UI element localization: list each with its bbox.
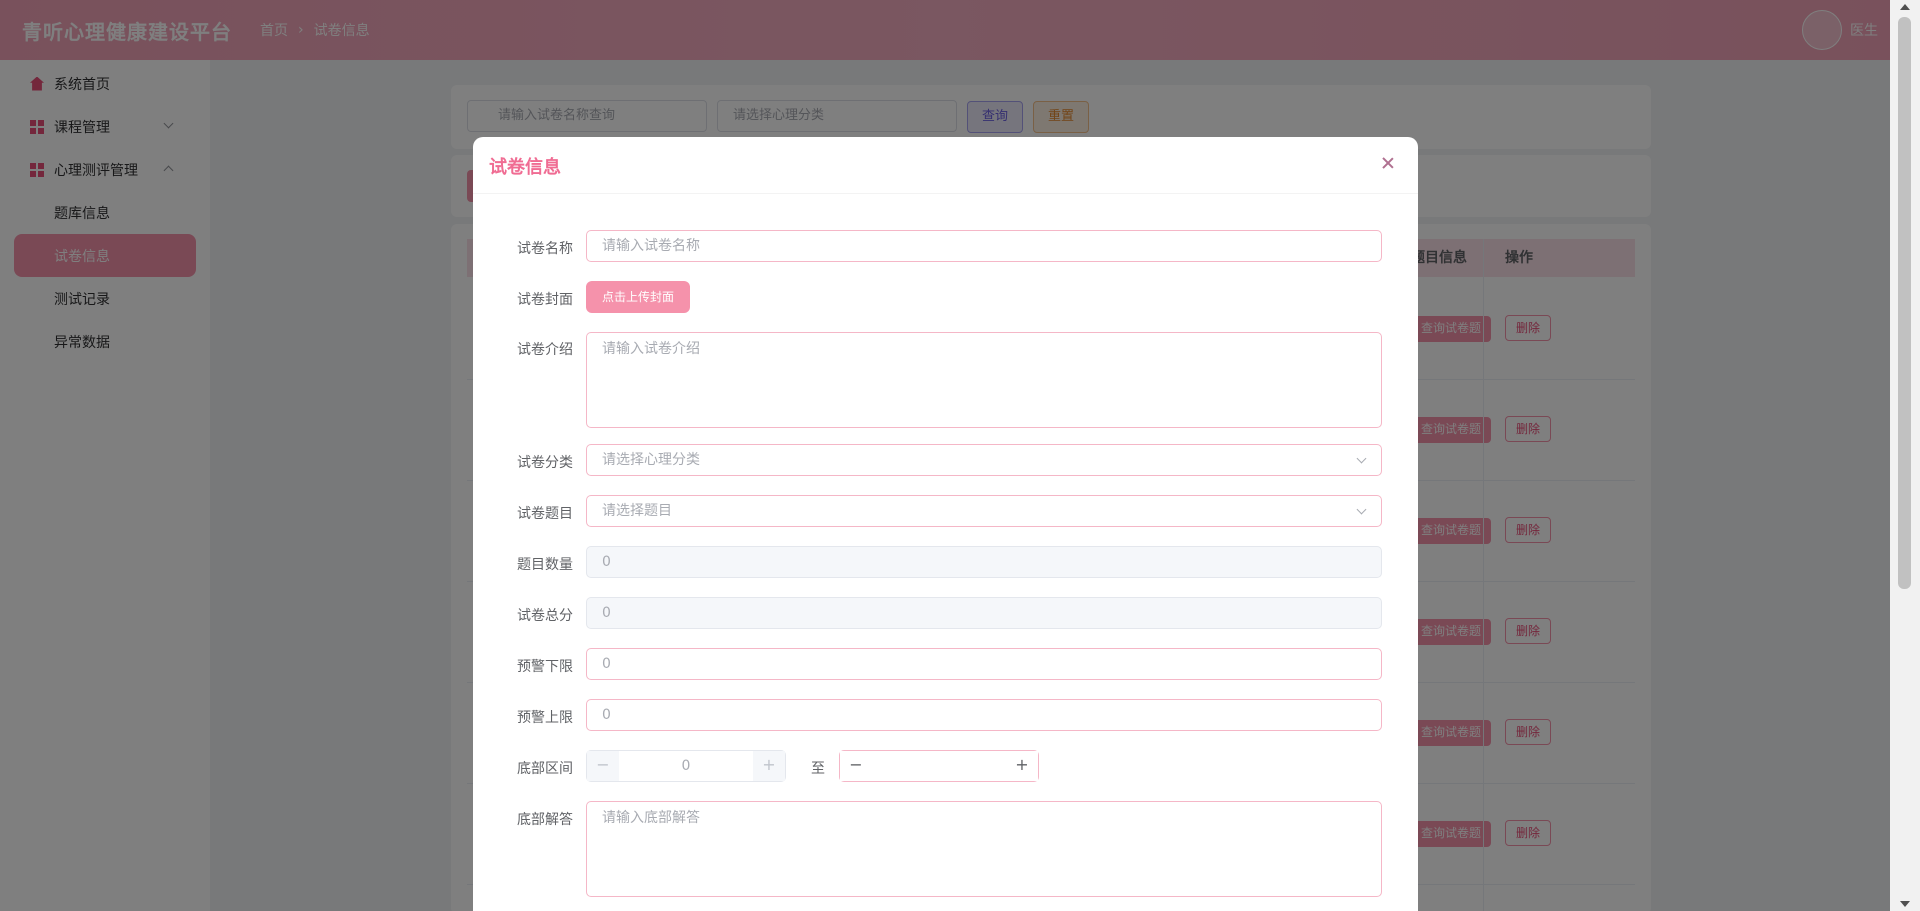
paper-info-dialog: 试卷信息 试卷名称 请输入试卷名称 试卷封面 点击上传封面 试卷介绍 请输入试卷…: [473, 137, 1418, 911]
field-label: 试卷题目: [517, 506, 573, 522]
field-label: 试卷名称: [517, 241, 573, 257]
plus-icon[interactable]: +: [1006, 751, 1038, 781]
field-label: 底部区间: [517, 761, 573, 777]
dialog-form: 试卷名称 请输入试卷名称 试卷封面 点击上传封面 试卷介绍 请输入试卷介绍 试卷…: [473, 193, 1418, 911]
category-select[interactable]: 请选择心理分类: [586, 444, 1382, 476]
minus-icon: −: [587, 751, 619, 781]
warning-upper-input[interactable]: 0: [586, 699, 1382, 731]
scroll-up-icon[interactable]: [1900, 4, 1910, 10]
field-label: 试卷封面: [517, 292, 573, 308]
range-to-label: 至: [811, 761, 825, 777]
field-label: 预警上限: [517, 710, 573, 726]
questions-select[interactable]: 请选择题目: [586, 495, 1382, 527]
paper-name-input[interactable]: 请输入试卷名称: [586, 230, 1382, 262]
range-to-value[interactable]: [872, 751, 1006, 781]
total-score-field: 0: [586, 597, 1382, 629]
minus-icon[interactable]: −: [840, 751, 872, 781]
field-label: 试卷介绍: [517, 342, 573, 358]
field-label: 试卷分类: [517, 455, 573, 471]
field-label: 题目数量: [517, 557, 573, 573]
range-to-stepper[interactable]: − +: [839, 750, 1039, 782]
scrollbar-thumb[interactable]: [1898, 17, 1911, 589]
chevron-down-icon: [1356, 453, 1367, 464]
dialog-title: 试卷信息: [489, 157, 561, 178]
select-placeholder: 请选择心理分类: [602, 452, 700, 468]
chevron-down-icon: [1356, 504, 1367, 515]
paper-intro-textarea[interactable]: 请输入试卷介绍: [586, 332, 1382, 428]
select-placeholder: 请选择题目: [602, 503, 672, 519]
scroll-down-icon[interactable]: [1900, 901, 1910, 907]
range-from-value[interactable]: 0: [619, 751, 753, 781]
range-from-stepper[interactable]: − 0 +: [586, 750, 786, 782]
close-icon[interactable]: [1380, 155, 1396, 171]
warning-lower-input[interactable]: 0: [586, 648, 1382, 680]
plus-icon: +: [753, 751, 785, 781]
page-scrollbar[interactable]: [1890, 0, 1920, 911]
upload-cover-button[interactable]: 点击上传封面: [586, 281, 690, 313]
field-label: 试卷总分: [517, 608, 573, 624]
question-count-field: 0: [586, 546, 1382, 578]
bottom-answer-textarea[interactable]: 请输入底部解答: [586, 801, 1382, 897]
field-label: 底部解答: [517, 812, 573, 828]
field-label: 预警下限: [517, 659, 573, 675]
